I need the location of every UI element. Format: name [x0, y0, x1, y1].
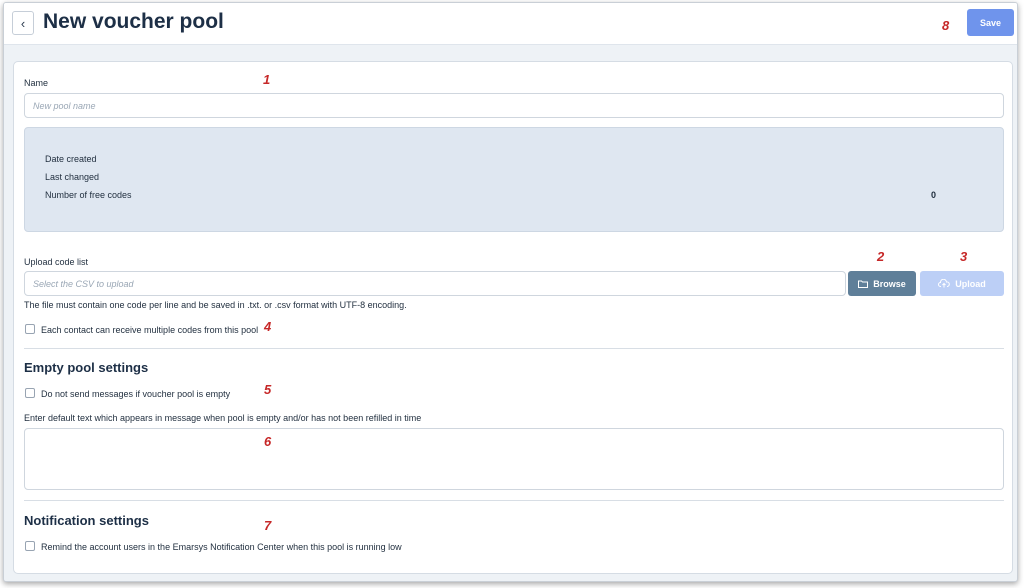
folder-icon	[858, 280, 869, 288]
annotation-marker-4: 4	[264, 319, 272, 334]
save-button[interactable]: Save	[967, 9, 1014, 36]
free-codes-label: Number of free codes	[45, 190, 132, 200]
upload-hint: The file must contain one code per line …	[24, 300, 407, 310]
pool-name-input[interactable]: New pool name	[24, 93, 1004, 118]
cloud-upload-icon	[938, 279, 950, 288]
upload-label: Upload	[955, 278, 986, 289]
annotation-marker-5: 5	[264, 382, 272, 397]
page-title: New voucher pool	[43, 10, 224, 33]
back-button[interactable]: ‹	[12, 11, 34, 35]
notification-section-title: Notification settings	[24, 513, 149, 528]
csv-file-input[interactable]: Select the CSV to upload	[24, 271, 846, 296]
section-divider	[24, 348, 1004, 349]
dont-send-label: Do not send messages if voucher pool is …	[41, 389, 231, 399]
chevron-left-icon: ‹	[20, 15, 26, 31]
multiple-codes-label: Each contact can receive multiple codes …	[41, 325, 259, 335]
pool-name-placeholder: New pool name	[33, 100, 96, 111]
app-window: ‹ New voucher pool Save Name New pool na…	[3, 2, 1018, 582]
csv-file-placeholder: Select the CSV to upload	[33, 278, 134, 289]
annotation-marker-6: 6	[264, 434, 272, 449]
free-codes-value: 0	[931, 190, 937, 200]
annotation-marker-2: 2	[877, 249, 885, 264]
annotation-marker-1: 1	[263, 72, 271, 87]
annotation-marker-7: 7	[264, 518, 272, 533]
dont-send-checkbox[interactable]	[25, 388, 35, 398]
multiple-codes-checkbox[interactable]	[25, 324, 35, 334]
empty-pool-section-title: Empty pool settings	[24, 360, 149, 375]
voucher-pool-form: Name New pool name Date created Last cha…	[13, 61, 1013, 574]
section-divider	[24, 500, 1004, 501]
annotation-marker-3: 3	[960, 249, 968, 264]
remind-checkbox[interactable]	[25, 541, 35, 551]
name-label: Name	[24, 78, 49, 88]
annotation-marker-8: 8	[942, 18, 950, 33]
date-created-label: Date created	[45, 154, 97, 164]
default-text-textarea[interactable]	[24, 428, 1004, 490]
pool-info-box: Date created Last changed Number of free…	[24, 127, 1004, 232]
remind-label: Remind the account users in the Emarsys …	[41, 542, 402, 552]
default-text-label: Enter default text which appears in mess…	[24, 413, 422, 423]
browse-button[interactable]: Browse	[848, 271, 916, 296]
upload-label: Upload code list	[24, 257, 89, 267]
upload-button[interactable]: Upload	[920, 271, 1004, 296]
browse-label: Browse	[873, 278, 906, 289]
last-changed-label: Last changed	[45, 172, 100, 182]
page-header: ‹ New voucher pool Save	[4, 3, 1017, 45]
